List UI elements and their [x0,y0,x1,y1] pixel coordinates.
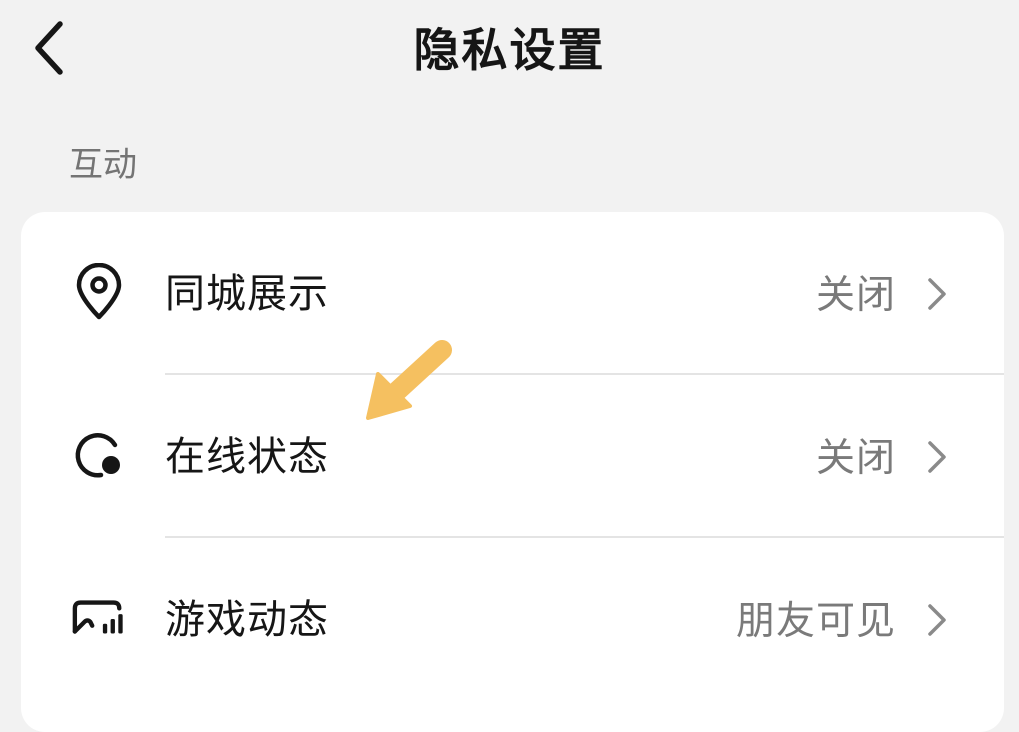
game-activity-icon [71,590,127,646]
location-pin-icon [71,263,127,320]
setting-row-online-status[interactable]: 在线状态 关闭 [21,375,1004,537]
setting-label: 在线状态 [165,434,329,480]
setting-label: 同城展示 [165,271,329,317]
setting-row-game-activity[interactable]: 游戏动态 朋友可见 [21,538,1004,700]
online-status-icon [71,427,127,483]
header-bar: 隐私设置 [0,0,1019,100]
section-label: 互动 [69,145,137,185]
setting-value: 关闭 [815,436,896,481]
page-title: 隐私设置 [413,23,606,77]
chevron-right-icon [922,600,952,640]
settings-card: 同城展示 关闭 在线状态 关闭 游戏动态 朋友可见 [21,212,1004,732]
setting-row-nearby-display[interactable]: 同城展示 关闭 [21,212,1004,374]
setting-value: 朋友可见 [735,599,896,644]
chevron-right-icon [922,437,952,477]
chevron-right-icon [922,274,952,314]
setting-label: 游戏动态 [165,597,329,643]
setting-value: 关闭 [815,273,896,318]
